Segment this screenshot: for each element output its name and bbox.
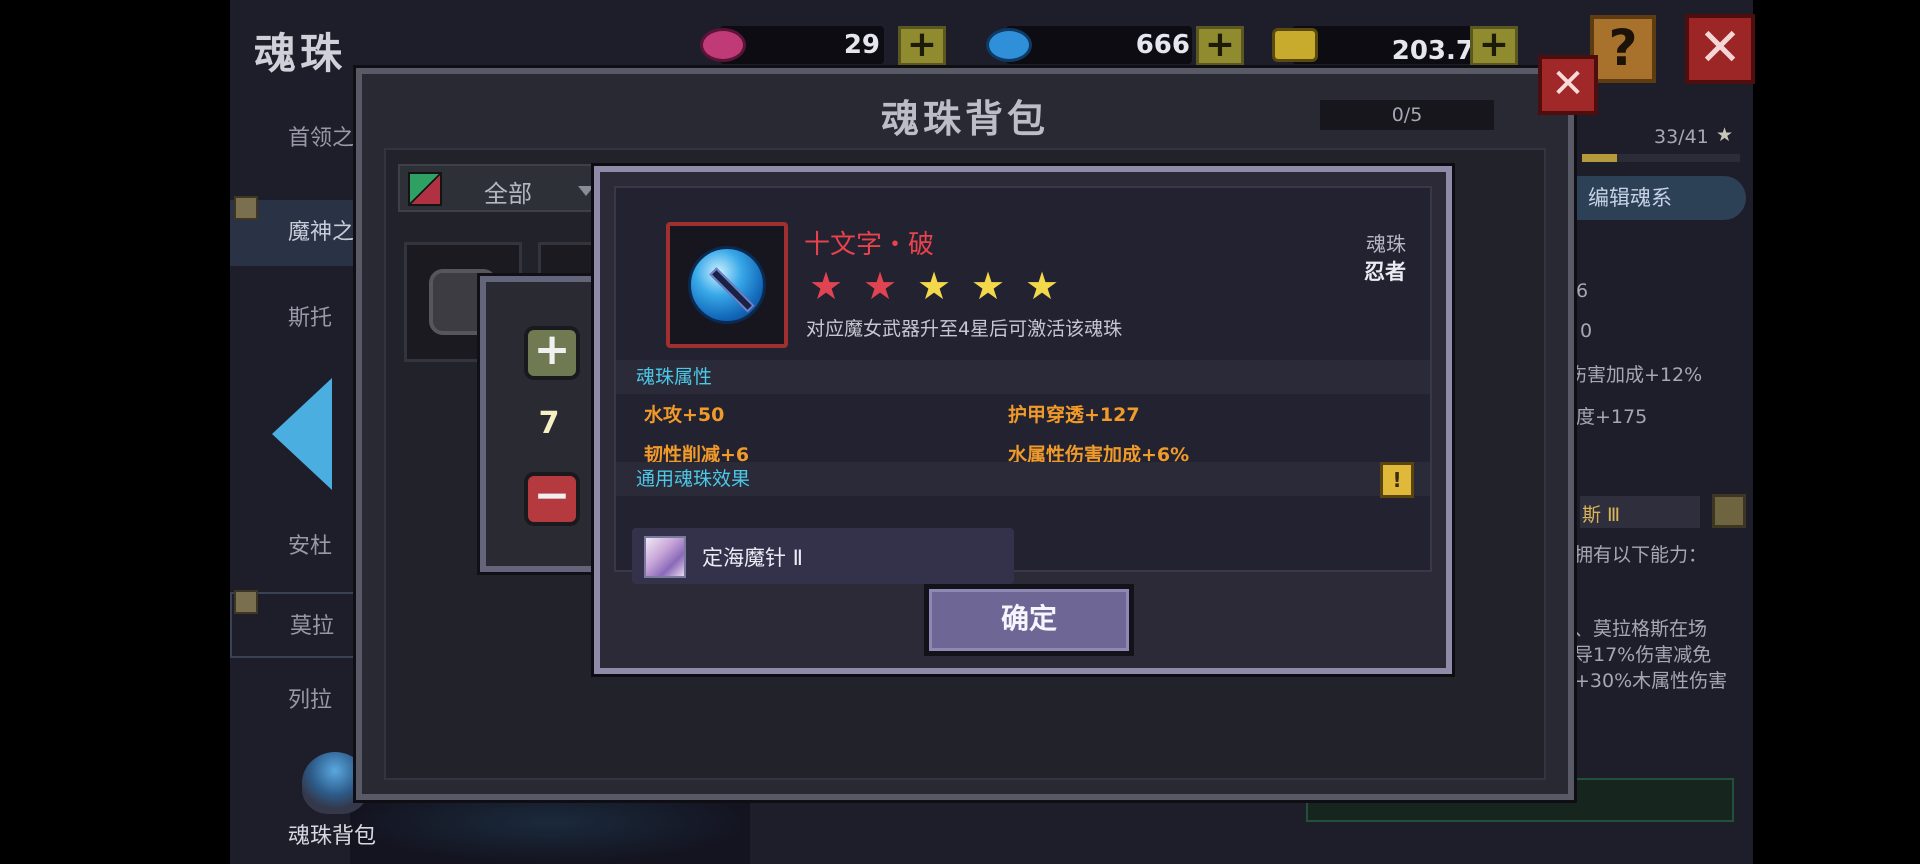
star-icon: ★ (1024, 264, 1060, 308)
filter-dropdown[interactable]: 全部 (398, 164, 598, 212)
progress-bar (1582, 154, 1740, 162)
quantity-panel: + 7 − (480, 276, 610, 572)
left-menu-item-6[interactable]: 安杜 (230, 514, 366, 580)
progress-fill (1582, 154, 1617, 162)
star-icon: ★ (970, 264, 1006, 308)
soul-orb-name: 十文字・破 (804, 230, 935, 260)
left-menu-item-3[interactable]: 斯托 (230, 286, 366, 352)
skill-line: 、莫拉格斯在场 (1574, 618, 1708, 640)
filter-label: 全部 (484, 180, 532, 208)
soul-orb-detail-dialog: 十文字・破 ★ ★ ★ ★ ★ 对应魔女武器升至4星后可激活该魂珠 魂珠 忍者 … (594, 166, 1452, 674)
dagger-icon (709, 267, 755, 313)
lock-icon[interactable]: ! (1380, 462, 1414, 498)
star-icon: ★ (808, 264, 844, 308)
currency-blue-gem: 666 + (986, 26, 1244, 66)
close-bag-button[interactable]: ✕ (1538, 55, 1598, 115)
increase-button[interactable]: + (524, 326, 580, 380)
decrease-button[interactable]: − (524, 472, 580, 526)
edit-soul-system-button[interactable]: 编辑魂系 (1568, 176, 1746, 220)
gold-coin-icon (1272, 28, 1318, 62)
star-icon: ★ (916, 264, 952, 308)
effect-thumbnail (644, 536, 686, 578)
progress-text: 33/41 (1654, 126, 1709, 148)
star-icon: ★ (1716, 124, 1734, 146)
page-title: 魂珠 (254, 29, 347, 78)
attribute-value: 护甲穿透+127 (1008, 404, 1140, 426)
left-menu-item-1[interactable]: 首领之 (230, 106, 366, 172)
soul-orb-icon (688, 246, 766, 324)
lock-icon (1712, 494, 1746, 528)
star-icon: ★ (862, 264, 898, 308)
right-stat-line: 6 (1576, 280, 1589, 302)
skill-line: +30%木属性伤害 (1574, 670, 1728, 692)
chevron-down-icon (578, 186, 594, 196)
skill-intro: 拥有以下能力： (1574, 544, 1708, 566)
currency-value: 29 (843, 30, 880, 60)
item-class: 忍者 (1364, 260, 1406, 284)
help-button[interactable]: ? (1590, 15, 1656, 83)
bag-capacity: 0/5 (1320, 100, 1494, 130)
right-stat-line: 度+175 (1576, 406, 1648, 428)
confirm-button[interactable]: 确定 (924, 584, 1134, 656)
right-stat-line: 伤害加成+12% (1568, 364, 1703, 386)
previous-arrow-icon[interactable] (272, 378, 332, 490)
right-stat-line: 0 (1580, 320, 1593, 342)
blue-gem-icon (986, 28, 1032, 62)
pink-gem-icon (700, 28, 746, 62)
element-filter-icon (408, 172, 442, 206)
activation-description: 对应魔女武器升至4星后可激活该魂珠 (806, 318, 1123, 340)
soul-orb-bag-label: 魂珠背包 (288, 824, 377, 849)
currency-gold: 203.7万 + (1272, 26, 1554, 66)
left-menu-item-8[interactable]: 列拉 (230, 668, 366, 734)
effects-header: 通用魂珠效果 (616, 462, 1430, 496)
skill-line: 导17%伤害减免 (1574, 644, 1712, 666)
detail-content: 十文字・破 ★ ★ ★ ★ ★ 对应魔女武器升至4星后可激活该魂珠 魂珠 忍者 … (614, 186, 1432, 584)
currency-pink-gem: 29 + (700, 26, 946, 66)
lock-icon (234, 590, 258, 614)
add-gold-button[interactable]: + (1470, 26, 1518, 66)
add-blue-gem-button[interactable]: + (1196, 26, 1244, 66)
close-screen-button[interactable]: ✕ (1685, 14, 1755, 84)
lock-icon (234, 196, 258, 220)
item-type: 魂珠 (1366, 232, 1406, 256)
attributes-header: 魂珠属性 (616, 360, 1430, 394)
skill-name: 斯 Ⅲ (1582, 504, 1621, 526)
currency-value: 666 (1135, 30, 1190, 60)
soul-orb-frame (666, 222, 788, 348)
effect-item[interactable]: 定海魔针 Ⅱ (632, 528, 1014, 584)
effect-name: 定海魔针 Ⅱ (702, 546, 804, 570)
attribute-value: 水攻+50 (644, 404, 725, 426)
add-pink-gem-button[interactable]: + (898, 26, 946, 66)
